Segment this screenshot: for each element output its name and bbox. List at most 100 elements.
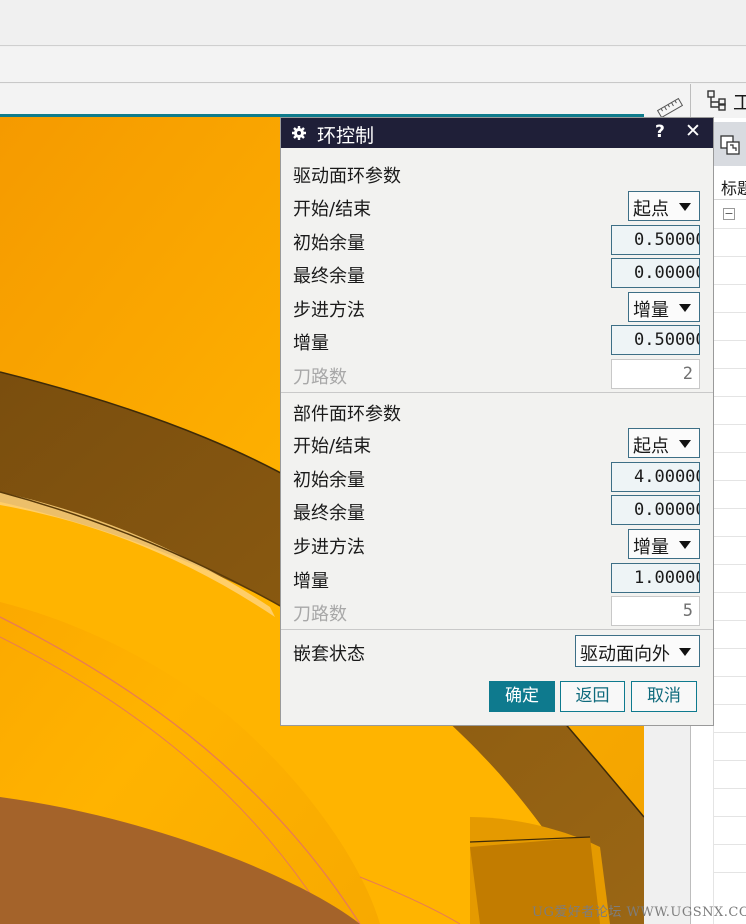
nesting-select[interactable]: 驱动面向外 [575,635,700,667]
drive-increment-value: 0.50000 [634,330,700,350]
part-start-end-select[interactable]: 起点 [628,428,700,458]
navigator-row [713,480,746,481]
drive-start-end-value: 起点 [633,199,669,220]
navigator-row [713,536,746,537]
navigator-row [713,368,746,369]
dialog-title-bar[interactable]: 环控制 ? ✕ [281,118,713,148]
ok-button[interactable]: 确定 [489,681,555,712]
part-passes-label: 刀路数 [293,604,347,625]
navigator-row [713,788,746,789]
navigator-row [713,648,746,649]
resource-panel-toolbar: 工 [691,84,746,118]
part-final-stock-value: 0.00000 [634,500,700,520]
drive-step-method-label: 步进方法 [293,300,365,321]
drive-passes-value: 2 [682,364,693,384]
dialog-title: 环控制 [317,125,375,147]
part-step-method-label: 步进方法 [293,537,365,558]
navigator-row [713,312,746,313]
drive-final-stock-label: 最终余量 [293,266,365,287]
navigator-row [713,424,746,425]
close-icon[interactable]: ✕ [685,120,701,142]
part-final-stock-input[interactable]: 0.00000 [611,495,700,525]
cancel-button[interactable]: 取消 [631,681,697,712]
part-initial-stock-value: 4.00000 [634,467,700,487]
navigator-row [713,508,746,509]
drive-increment-input[interactable]: 0.50000 [611,325,700,355]
part-passes-row: 刀路数 5 [281,596,713,626]
gear-icon [292,126,306,140]
navigator-row [713,620,746,621]
navigator-row [713,340,746,341]
navigator-row [713,592,746,593]
part-initial-stock-input[interactable]: 4.00000 [611,462,700,492]
section-divider [281,392,713,393]
forum-watermark: UG爱好者论坛 WWW.UGSNX.COM [532,905,746,920]
navigator-row [713,844,746,845]
assembly-navigator-icon[interactable] [705,88,729,112]
drive-initial-stock-label: 初始余量 [293,233,365,254]
nesting-label: 嵌套状态 [293,644,365,665]
part-increment-input[interactable]: 1.00000 [611,563,700,593]
drive-section-title: 驱动面环参数 [293,166,401,187]
drive-increment-row: 增量 0.50000 [281,325,713,355]
drive-start-end-label: 开始/结束 [293,199,372,220]
drive-step-method-select[interactable]: 增量 [628,292,700,322]
navigator-row [713,396,746,397]
drive-passes-field: 2 [611,359,700,389]
drive-final-stock-input[interactable]: 0.00000 [611,258,700,288]
part-start-end-label: 开始/结束 [293,436,372,457]
drive-increment-label: 增量 [293,333,329,354]
part-initial-stock-label: 初始余量 [293,470,365,491]
navigator-row [713,228,746,229]
dropdown-arrow-icon [679,440,691,448]
part-step-method-select[interactable]: 增量 [628,529,700,559]
navigator-row [713,816,746,817]
part-passes-field: 5 [611,596,700,626]
part-section-title: 部件面环参数 [293,404,401,425]
nesting-row: 嵌套状态 驱动面向外 [281,635,713,667]
part-final-stock-label: 最终余量 [293,503,365,524]
section-divider [281,629,713,630]
part-increment-label: 增量 [293,571,329,592]
drive-final-stock-row: 最终余量 0.00000 [281,258,713,288]
viewport-tab-strip [0,84,690,116]
drive-passes-label: 刀路数 [293,367,347,388]
part-passes-value: 5 [682,601,693,621]
part-start-end-row: 开始/结束 起点 [281,428,713,458]
drive-initial-stock-input[interactable]: 0.50000 [611,225,700,255]
part-initial-stock-row: 初始余量 4.00000 [281,462,713,492]
resource-panel-title: 工 [733,92,746,114]
collapse-icon[interactable]: − [723,208,735,220]
loop-control-dialog: 环控制 ? ✕ 驱动面环参数 开始/结束 起点 初始余量 0.50000 最终余… [280,117,714,726]
drive-step-method-row: 步进方法 增量 [281,292,713,322]
part-final-stock-row: 最终余量 0.00000 [281,495,713,525]
dropdown-arrow-icon [679,648,691,656]
dropdown-arrow-icon [679,203,691,211]
navigator-row [713,676,746,677]
navigator-row [713,256,746,257]
navigator-row [713,564,746,565]
part-start-end-value: 起点 [633,436,669,457]
navigator-row [713,872,746,873]
part-step-method-row: 步进方法 增量 [281,529,713,559]
navigator-row [713,760,746,761]
part-increment-value: 1.00000 [634,568,700,588]
part-step-method-value: 增量 [633,537,669,558]
drive-start-end-select[interactable]: 起点 [628,191,700,221]
drive-initial-stock-row: 初始余量 0.50000 [281,225,713,255]
command-bar [0,47,746,83]
navigator-column-header[interactable]: 标题 [713,172,746,200]
navigator-row [713,452,746,453]
part-increment-row: 增量 1.00000 [281,563,713,593]
part-navigator-icon[interactable] [719,134,741,156]
navigator-row [713,704,746,705]
dropdown-arrow-icon [679,304,691,312]
navigator-row [713,284,746,285]
help-icon[interactable]: ? [655,122,665,142]
dropdown-arrow-icon [679,541,691,549]
drive-start-end-row: 开始/结束 起点 [281,191,713,221]
nesting-value: 驱动面向外 [580,644,670,665]
drive-initial-stock-value: 0.50000 [634,230,700,250]
drive-final-stock-value: 0.00000 [634,263,700,283]
back-button[interactable]: 返回 [560,681,625,712]
